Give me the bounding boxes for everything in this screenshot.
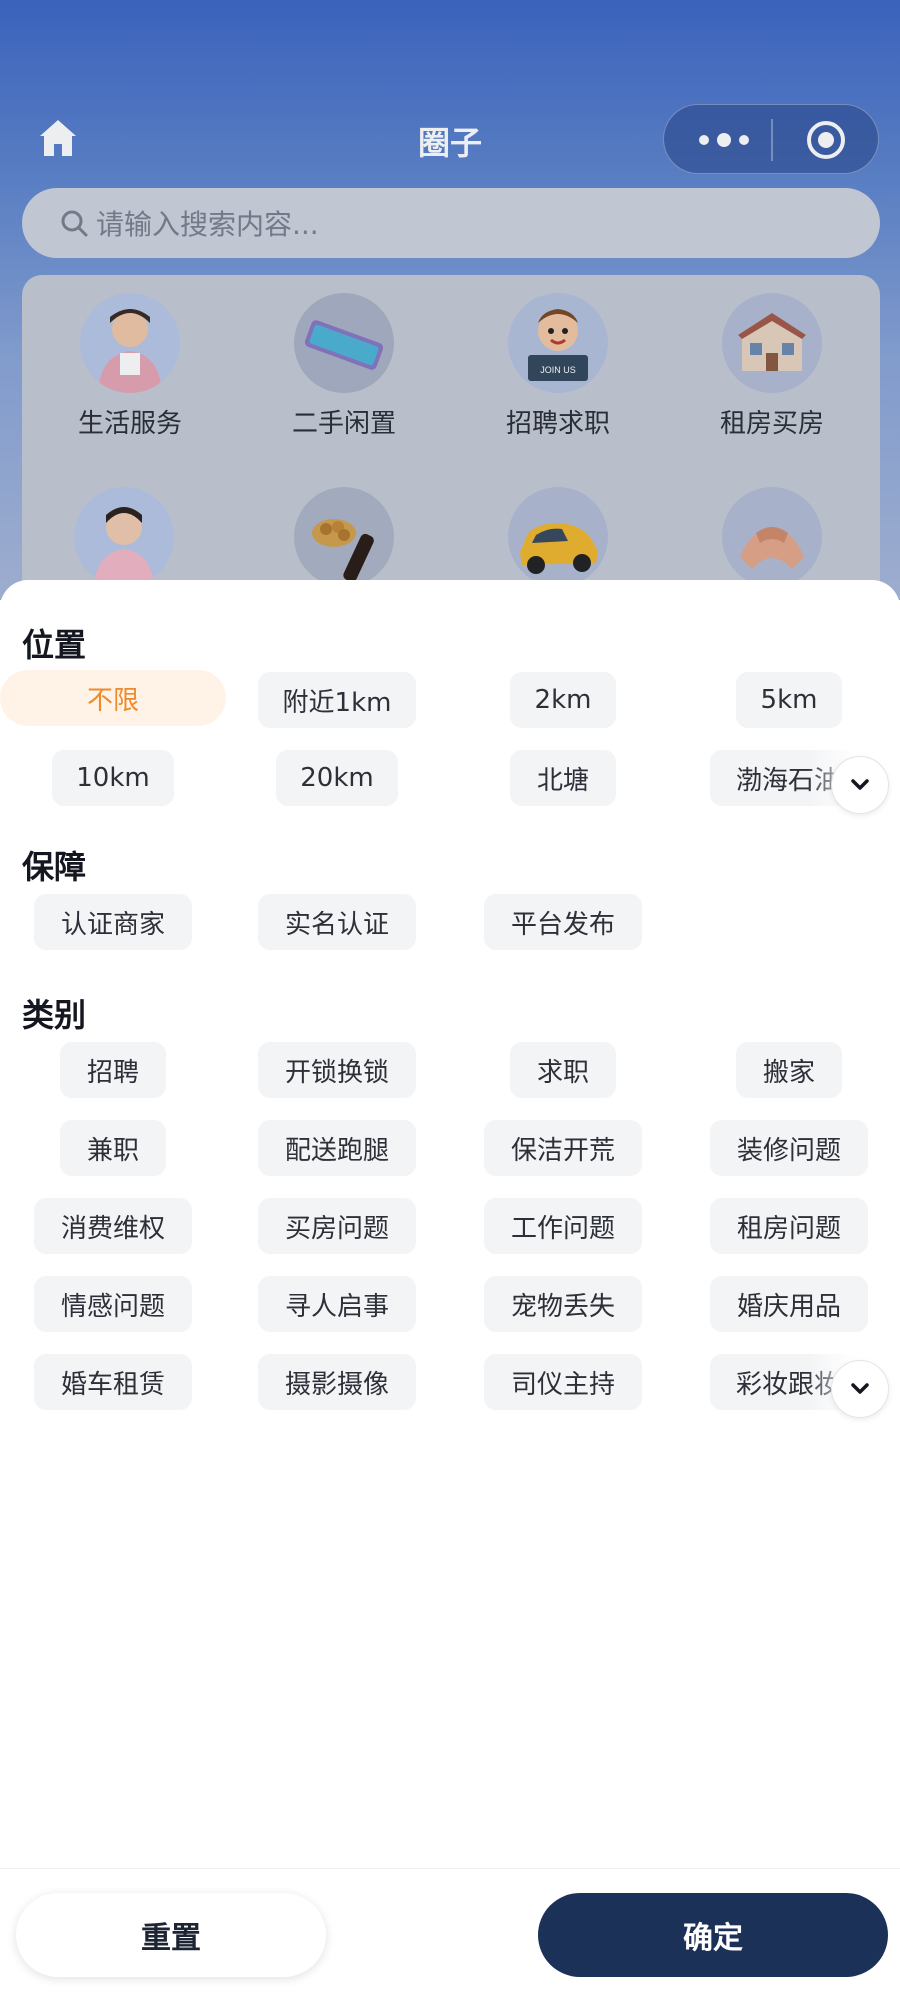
category-chip[interactable]: 租房问题: [710, 1198, 868, 1254]
confirm-button[interactable]: 确定: [538, 1893, 888, 1977]
category-chip[interactable]: 保洁开荒: [484, 1120, 642, 1176]
background-page: 圈子 请输入搜索内容... 生活服务 二手闲置 JOIN US 招聘求职 租房买…: [0, 0, 900, 600]
category-chip[interactable]: 买房问题: [258, 1198, 416, 1254]
category-chip[interactable]: 宠物丢失: [484, 1276, 642, 1332]
location-chip-selected[interactable]: 不限: [0, 670, 226, 726]
chevron-down-icon: [851, 1383, 869, 1394]
category-chip[interactable]: 司仪主持: [484, 1354, 642, 1410]
expand-location-button[interactable]: [831, 756, 889, 814]
category-chip[interactable]: 兼职: [60, 1120, 166, 1176]
category-chip[interactable]: 婚车租赁: [34, 1354, 192, 1410]
location-chip[interactable]: 5km: [736, 672, 842, 728]
filter-sheet: 位置 不限 附近1km 2km 5km 10km 20km 北塘 渤海石油 保障…: [0, 580, 900, 2000]
category-chip[interactable]: 工作问题: [484, 1198, 642, 1254]
category-chip[interactable]: 开锁换锁: [258, 1042, 416, 1098]
section-title-guarantee: 保障: [22, 848, 87, 886]
category-chip[interactable]: 求职: [510, 1042, 616, 1098]
section-title-location: 位置: [22, 626, 87, 664]
category-chip[interactable]: 消费维权: [34, 1198, 192, 1254]
category-chip[interactable]: 婚庆用品: [710, 1276, 868, 1332]
guarantee-chip[interactable]: 实名认证: [258, 894, 416, 950]
expand-category-button[interactable]: [831, 1360, 889, 1418]
location-chip[interactable]: 10km: [52, 750, 174, 806]
category-chip[interactable]: 配送跑腿: [258, 1120, 416, 1176]
location-chip[interactable]: 附近1km: [258, 672, 416, 728]
location-chip[interactable]: 北塘: [510, 750, 616, 806]
dim-overlay: [0, 0, 900, 600]
category-chip[interactable]: 搬家: [736, 1042, 842, 1098]
reset-button[interactable]: 重置: [16, 1893, 326, 1977]
guarantee-chip[interactable]: 认证商家: [34, 894, 192, 950]
guarantee-chip[interactable]: 平台发布: [484, 894, 642, 950]
footer-bar: 重置 确定: [0, 1868, 900, 2000]
location-chip[interactable]: 20km: [276, 750, 398, 806]
category-chip[interactable]: 摄影摄像: [258, 1354, 416, 1410]
category-chip[interactable]: 情感问题: [34, 1276, 192, 1332]
location-chip[interactable]: 2km: [510, 672, 616, 728]
section-title-category: 类别: [22, 996, 87, 1034]
category-chip[interactable]: 招聘: [60, 1042, 166, 1098]
category-chip[interactable]: 寻人启事: [258, 1276, 416, 1332]
chevron-down-icon: [851, 779, 869, 790]
category-chip[interactable]: 装修问题: [710, 1120, 868, 1176]
